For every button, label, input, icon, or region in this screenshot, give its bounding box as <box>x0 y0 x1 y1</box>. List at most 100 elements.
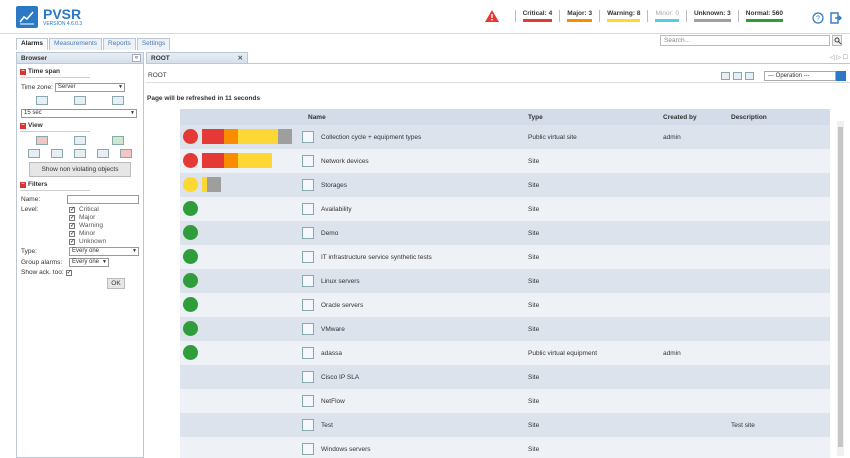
filters-section[interactable]: – Filters <box>20 181 140 188</box>
tab-reports[interactable]: Reports <box>103 38 136 50</box>
table-row[interactable]: Windows servers Site <box>180 437 830 458</box>
ok-button[interactable]: OK <box>107 278 125 289</box>
group-alarms-select[interactable]: Every one <box>69 258 109 267</box>
name-cell[interactable]: Linux servers <box>302 275 360 287</box>
operation-dropdown-icon[interactable] <box>836 71 846 81</box>
table-row[interactable]: IT infrastructure service synthetic test… <box>180 245 830 269</box>
level-unknown[interactable]: ✓ Unknown <box>69 238 143 245</box>
calendar-icon[interactable] <box>74 96 86 105</box>
table-row[interactable]: Test Site Test site <box>180 413 830 437</box>
logout-icon[interactable] <box>830 12 842 24</box>
object-name[interactable]: Linux servers <box>321 278 360 285</box>
object-name[interactable]: Availability <box>321 206 352 213</box>
name-cell[interactable]: IT infrastructure service synthetic test… <box>302 251 432 263</box>
close-icon[interactable]: ✕ <box>238 54 243 62</box>
table-row[interactable]: Network devices Site <box>180 149 830 173</box>
table-row[interactable]: NetFlow Site <box>180 389 830 413</box>
view-section[interactable]: – View <box>20 122 140 129</box>
object-name[interactable]: NetFlow <box>321 398 345 405</box>
timespan-section[interactable]: – Time span <box>20 68 140 75</box>
object-name[interactable]: Network devices <box>321 158 369 165</box>
table-row[interactable]: Collection cycle + equipment types Public… <box>180 125 830 149</box>
level-minor[interactable]: ✓ Minor <box>69 230 143 237</box>
status-normal[interactable]: Normal: 560 <box>737 10 790 22</box>
table-row[interactable]: Availability Site <box>180 197 830 221</box>
name-cell[interactable]: Demo <box>302 227 338 239</box>
view-table-icon[interactable] <box>28 149 41 158</box>
name-cell[interactable]: Windows servers <box>302 443 370 455</box>
name-cell[interactable]: Oracle servers <box>302 299 363 311</box>
level-warning[interactable]: ✓ Warning <box>69 222 143 229</box>
table-row[interactable]: Demo Site <box>180 221 830 245</box>
view-grid-icon[interactable] <box>74 136 86 145</box>
status-unknown[interactable]: Unknown: 3 <box>685 10 738 22</box>
level-checkbox[interactable]: ✓ <box>69 206 75 213</box>
panel-tools-icon[interactable]: ◁ ▷ ☐ <box>830 54 848 61</box>
operation-select[interactable]: --- Operation --- <box>764 71 836 81</box>
status-critical[interactable]: Critical: 4 <box>514 10 560 22</box>
name-cell[interactable]: NetFlow <box>302 395 345 407</box>
level-critical[interactable]: ✓ Critical <box>69 206 143 213</box>
status-minor[interactable]: Minor: 0 <box>647 10 685 22</box>
column-created-by[interactable]: Created by <box>663 114 697 121</box>
object-name[interactable]: Test <box>321 422 333 429</box>
object-name[interactable]: Storages <box>321 182 347 189</box>
collapse-icon[interactable]: « <box>132 54 141 62</box>
level-checkbox[interactable]: ✓ <box>69 238 75 245</box>
column-description[interactable]: Description <box>731 114 767 121</box>
name-cell[interactable]: Availability <box>302 203 352 215</box>
status-major[interactable]: Major: 3 <box>559 10 599 22</box>
object-name[interactable]: IT infrastructure service synthetic test… <box>321 254 432 261</box>
status-warning[interactable]: Warning: 8 <box>599 10 647 22</box>
level-checkbox[interactable]: ✓ <box>69 230 75 237</box>
view-list-icon[interactable] <box>51 149 64 158</box>
column-type[interactable]: Type <box>528 114 543 121</box>
timezone-select[interactable]: Server <box>54 83 125 92</box>
link-icon[interactable] <box>745 72 754 80</box>
object-name[interactable]: adassa <box>321 350 342 357</box>
search-icon[interactable] <box>832 35 842 46</box>
range-icon[interactable] <box>112 96 124 105</box>
level-major[interactable]: ✓ Major <box>69 214 143 221</box>
type-select[interactable]: Every one <box>69 247 139 256</box>
show-non-violating-button[interactable]: Show non violating objects <box>29 162 131 177</box>
table-row[interactable]: Cisco IP SLA Site <box>180 365 830 389</box>
edit-icon[interactable] <box>733 72 742 80</box>
level-checkbox[interactable]: ✓ <box>69 222 75 229</box>
help-icon[interactable]: ? <box>812 12 824 24</box>
object-name[interactable]: VMware <box>321 326 345 333</box>
tab-root[interactable]: ROOT ✕ <box>146 52 248 64</box>
tab-alarms[interactable]: Alarms <box>16 38 49 50</box>
table-row[interactable]: Storages Site <box>180 173 830 197</box>
collapse-minus-icon[interactable]: – <box>20 181 26 188</box>
name-filter-input[interactable] <box>67 195 139 204</box>
object-name[interactable]: Windows servers <box>321 446 370 453</box>
view-tree-icon[interactable] <box>73 149 86 158</box>
table-row[interactable]: Linux servers Site <box>180 269 830 293</box>
object-name[interactable]: Oracle servers <box>321 302 363 309</box>
name-cell[interactable]: Network devices <box>302 155 369 167</box>
name-cell[interactable]: adassa <box>302 347 342 359</box>
collapse-minus-icon[interactable]: – <box>20 122 26 129</box>
view-critical-icon[interactable] <box>36 136 48 145</box>
report-icon[interactable] <box>721 72 730 80</box>
view-normal-icon[interactable] <box>112 136 124 145</box>
tab-measurements[interactable]: Measurements <box>49 38 103 50</box>
collapse-minus-icon[interactable]: – <box>20 68 26 75</box>
table-row[interactable]: VMware Site <box>180 317 830 341</box>
table-row[interactable]: adassa Public virtual equipment admin <box>180 341 830 365</box>
tab-settings[interactable]: Settings <box>136 38 171 50</box>
search-input[interactable]: Search... <box>660 35 830 46</box>
column-name[interactable]: Name <box>308 114 326 121</box>
scrollbar[interactable] <box>837 121 844 456</box>
level-checkbox[interactable]: ✓ <box>69 214 75 221</box>
object-name[interactable]: Cisco IP SLA <box>321 374 359 381</box>
scroll-thumb[interactable] <box>838 127 843 447</box>
realtime-view-icon[interactable] <box>36 96 48 105</box>
interval-select[interactable]: 15 sec <box>21 109 137 118</box>
name-cell[interactable]: VMware <box>302 323 345 335</box>
object-name[interactable]: Collection cycle + equipment types <box>321 134 421 141</box>
name-cell[interactable]: Storages <box>302 179 347 191</box>
view-detail-icon[interactable] <box>96 149 109 158</box>
name-cell[interactable]: Test <box>302 419 333 431</box>
